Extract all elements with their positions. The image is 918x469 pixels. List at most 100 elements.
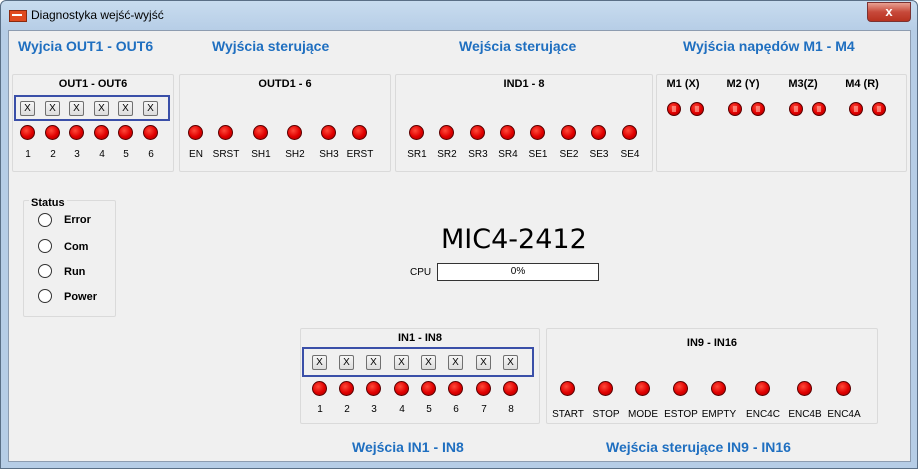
in9-led-enc4b bbox=[797, 381, 812, 396]
out-led-5 bbox=[118, 125, 133, 140]
in-led-8 bbox=[503, 381, 518, 396]
in9-label-stop: STOP bbox=[592, 409, 620, 420]
out-toggle-1[interactable]: X bbox=[20, 101, 35, 116]
motor-label-m3: M3(Z) bbox=[788, 78, 818, 90]
in9-led-estop bbox=[673, 381, 688, 396]
header-out1-out6: Wyjcia OUT1 - OUT6 bbox=[18, 38, 154, 54]
motor-m2-led-b bbox=[751, 102, 765, 116]
motor-m3-led-a bbox=[789, 102, 803, 116]
in9-led-stop bbox=[598, 381, 613, 396]
outd-led-en bbox=[188, 125, 203, 140]
motor-m1-led-b bbox=[690, 102, 704, 116]
out-panel-title: OUT1 - OUT6 bbox=[58, 78, 128, 90]
in-toggle-3[interactable]: X bbox=[366, 355, 381, 370]
out-toggle-6[interactable]: X bbox=[143, 101, 158, 116]
motor-m4-led-a bbox=[849, 102, 863, 116]
out-led-2 bbox=[45, 125, 60, 140]
status-power-label: Power bbox=[64, 291, 98, 303]
app-window: Diagnostyka wejść-wyjść x Wyjcia OUT1 - … bbox=[0, 0, 918, 469]
in-panel: IN1 - IN8 X X X X X X X X 1 2 3 4 5 6 7 … bbox=[300, 328, 540, 424]
in-toggle-6[interactable]: X bbox=[448, 355, 463, 370]
out-toggle-5[interactable]: X bbox=[118, 101, 133, 116]
app-icon bbox=[9, 10, 27, 22]
in9-label-estop: ESTOP bbox=[664, 409, 698, 420]
in-toggle-group bbox=[302, 347, 534, 377]
motor-label-m1: M1 (X) bbox=[666, 78, 700, 90]
ind-label-se4: SE4 bbox=[620, 149, 640, 160]
out-toggle-4[interactable]: X bbox=[94, 101, 109, 116]
header-drive-outputs: Wyjścia napędów M1 - M4 bbox=[683, 38, 855, 54]
outd-led-sh3 bbox=[321, 125, 336, 140]
header-control-outputs: Wyjścia sterujące bbox=[212, 38, 330, 54]
ind-led-sr3 bbox=[470, 125, 485, 140]
in-toggle-5[interactable]: X bbox=[421, 355, 436, 370]
out-toggle-2[interactable]: X bbox=[45, 101, 60, 116]
in-toggle-4[interactable]: X bbox=[394, 355, 409, 370]
in9-led-empty bbox=[711, 381, 726, 396]
outd-panel-title: OUTD1 - 6 bbox=[258, 78, 312, 90]
ind-led-sr1 bbox=[409, 125, 424, 140]
in-toggle-2[interactable]: X bbox=[339, 355, 354, 370]
close-button[interactable]: x bbox=[867, 2, 911, 22]
ind-led-se2 bbox=[561, 125, 576, 140]
ind-panel-title: IND1 - 8 bbox=[503, 78, 545, 90]
status-panel: Status Error Com Run Power bbox=[23, 197, 116, 317]
outd-label-erst: ERST bbox=[346, 149, 374, 160]
outd-label-srst: SRST bbox=[212, 149, 240, 160]
outd-panel: OUTD1 - 6 EN SRST SH1 SH2 SH3 ERST bbox=[179, 74, 391, 172]
in9-panel: IN9 - IN16 START STOP MODE ESTOP EMPTY E… bbox=[546, 328, 878, 424]
in-led-1 bbox=[312, 381, 327, 396]
in-led-2 bbox=[339, 381, 354, 396]
cpu-progress-bar: 0% bbox=[437, 263, 599, 281]
ind-led-se4 bbox=[622, 125, 637, 140]
in9-label-enc4a: ENC4A bbox=[827, 409, 861, 420]
out-led-1 bbox=[20, 125, 35, 140]
status-error-indicator bbox=[38, 213, 52, 227]
in-led-6 bbox=[448, 381, 463, 396]
status-com-indicator bbox=[38, 239, 52, 253]
header-control-inputs: Wejścia sterujące bbox=[459, 38, 577, 54]
status-com-label: Com bbox=[64, 241, 89, 253]
in-toggle-8[interactable]: X bbox=[503, 355, 518, 370]
ind-led-sr4 bbox=[500, 125, 515, 140]
in-toggle-1[interactable]: X bbox=[312, 355, 327, 370]
ind-led-se1 bbox=[530, 125, 545, 140]
cpu-value: 0% bbox=[510, 266, 526, 277]
ind-panel: IND1 - 8 SR1 SR2 SR3 SR4 SE1 SE2 SE3 SE4 bbox=[395, 74, 653, 172]
in9-led-start bbox=[560, 381, 575, 396]
motors-panel: M1 (X) M2 (Y) M3(Z) M4 (R) bbox=[656, 74, 907, 172]
out-led-6 bbox=[143, 125, 158, 140]
outd-led-srst bbox=[218, 125, 233, 140]
title-bar[interactable]: Diagnostyka wejść-wyjść x bbox=[1, 1, 917, 29]
in-led-7 bbox=[476, 381, 491, 396]
cpu-label: CPU bbox=[410, 267, 432, 278]
in9-label-enc4c: ENC4C bbox=[746, 409, 780, 420]
in-panel-title: IN1 - IN8 bbox=[397, 332, 442, 344]
in9-label-start: START bbox=[552, 409, 584, 420]
window-title: Diagnostyka wejść-wyjść bbox=[31, 8, 164, 22]
device-model: MIC4-2412 bbox=[441, 224, 587, 255]
motor-m4-led-b bbox=[872, 102, 886, 116]
status-run-label: Run bbox=[64, 266, 86, 278]
outd-led-sh2 bbox=[287, 125, 302, 140]
out-panel: OUT1 - OUT6 X X X X X X 1 2 3 4 5 6 bbox=[12, 74, 174, 172]
in9-panel-title: IN9 - IN16 bbox=[686, 337, 738, 349]
motor-label-m4: M4 (R) bbox=[845, 78, 879, 90]
header-in9-in16: Wejścia sterujące IN9 - IN16 bbox=[606, 439, 791, 455]
in9-label-enc4b: ENC4B bbox=[788, 409, 822, 420]
client-area: Wyjcia OUT1 - OUT6 Wyjścia sterujące Wej… bbox=[8, 30, 911, 462]
motor-m3-led-b bbox=[812, 102, 826, 116]
out-toggle-3[interactable]: X bbox=[69, 101, 84, 116]
out-label-6: 6 bbox=[148, 149, 154, 160]
status-error-label: Error bbox=[64, 214, 91, 226]
in-label-8: 8 bbox=[508, 404, 514, 415]
in9-led-mode bbox=[635, 381, 650, 396]
outd-led-sh1 bbox=[253, 125, 268, 140]
in-led-4 bbox=[394, 381, 409, 396]
in-toggle-7[interactable]: X bbox=[476, 355, 491, 370]
in-led-3 bbox=[366, 381, 381, 396]
ind-led-sr2 bbox=[439, 125, 454, 140]
status-title: Status bbox=[29, 197, 67, 209]
out-led-4 bbox=[94, 125, 109, 140]
status-power-indicator bbox=[38, 289, 52, 303]
